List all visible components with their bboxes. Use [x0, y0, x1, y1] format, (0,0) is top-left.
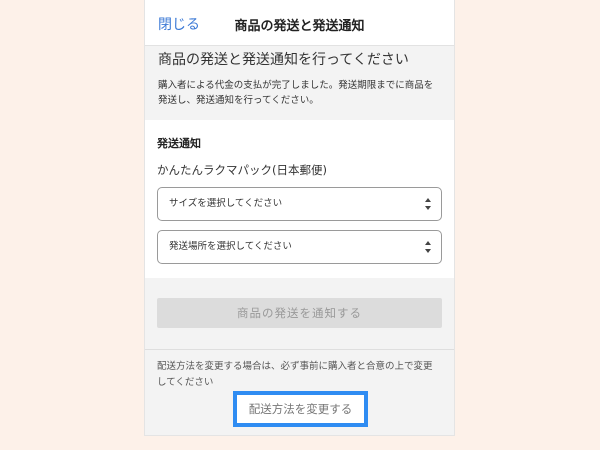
- shipping-modal: 閉じる 商品の発送と発送通知 商品の発送と発送通知を行ってください 購入者による…: [144, 0, 455, 436]
- section-label: 発送通知: [157, 137, 201, 150]
- notice-panel: 商品の発送と発送通知を行ってください 購入者による代金の支払が完了しました。発送…: [145, 46, 454, 120]
- shipping-section: 発送通知 かんたんラクマパック(日本郵便) サイズを選択してください 発送場所を…: [145, 120, 454, 278]
- notice-body: 購入者による代金の支払が完了しました。発送期限までに商品を発送し、発送通知を行っ…: [158, 80, 434, 106]
- modal-header: 閉じる 商品の発送と発送通知: [145, 0, 454, 46]
- select-arrows-icon: [425, 198, 431, 210]
- location-select[interactable]: 発送場所を選択してください: [157, 230, 442, 264]
- page-title: 商品の発送と発送通知: [234, 19, 365, 34]
- change-method-note: 配送方法を変更する場合は、必ず事前に購入者と合意の上で変更してください: [157, 361, 433, 388]
- change-shipping-method-link[interactable]: 配送方法を変更する: [233, 391, 368, 427]
- divider: [145, 349, 454, 350]
- select-arrows-icon: [425, 241, 431, 253]
- location-select-value: 発送場所を選択してください: [169, 241, 292, 252]
- size-select[interactable]: サイズを選択してください: [157, 187, 442, 221]
- shipping-method: かんたんラクマパック(日本郵便): [157, 163, 327, 177]
- notice-heading: 商品の発送と発送通知を行ってください: [158, 52, 409, 68]
- notify-shipment-button[interactable]: 商品の発送を通知する: [157, 298, 442, 328]
- size-select-value: サイズを選択してください: [169, 198, 283, 209]
